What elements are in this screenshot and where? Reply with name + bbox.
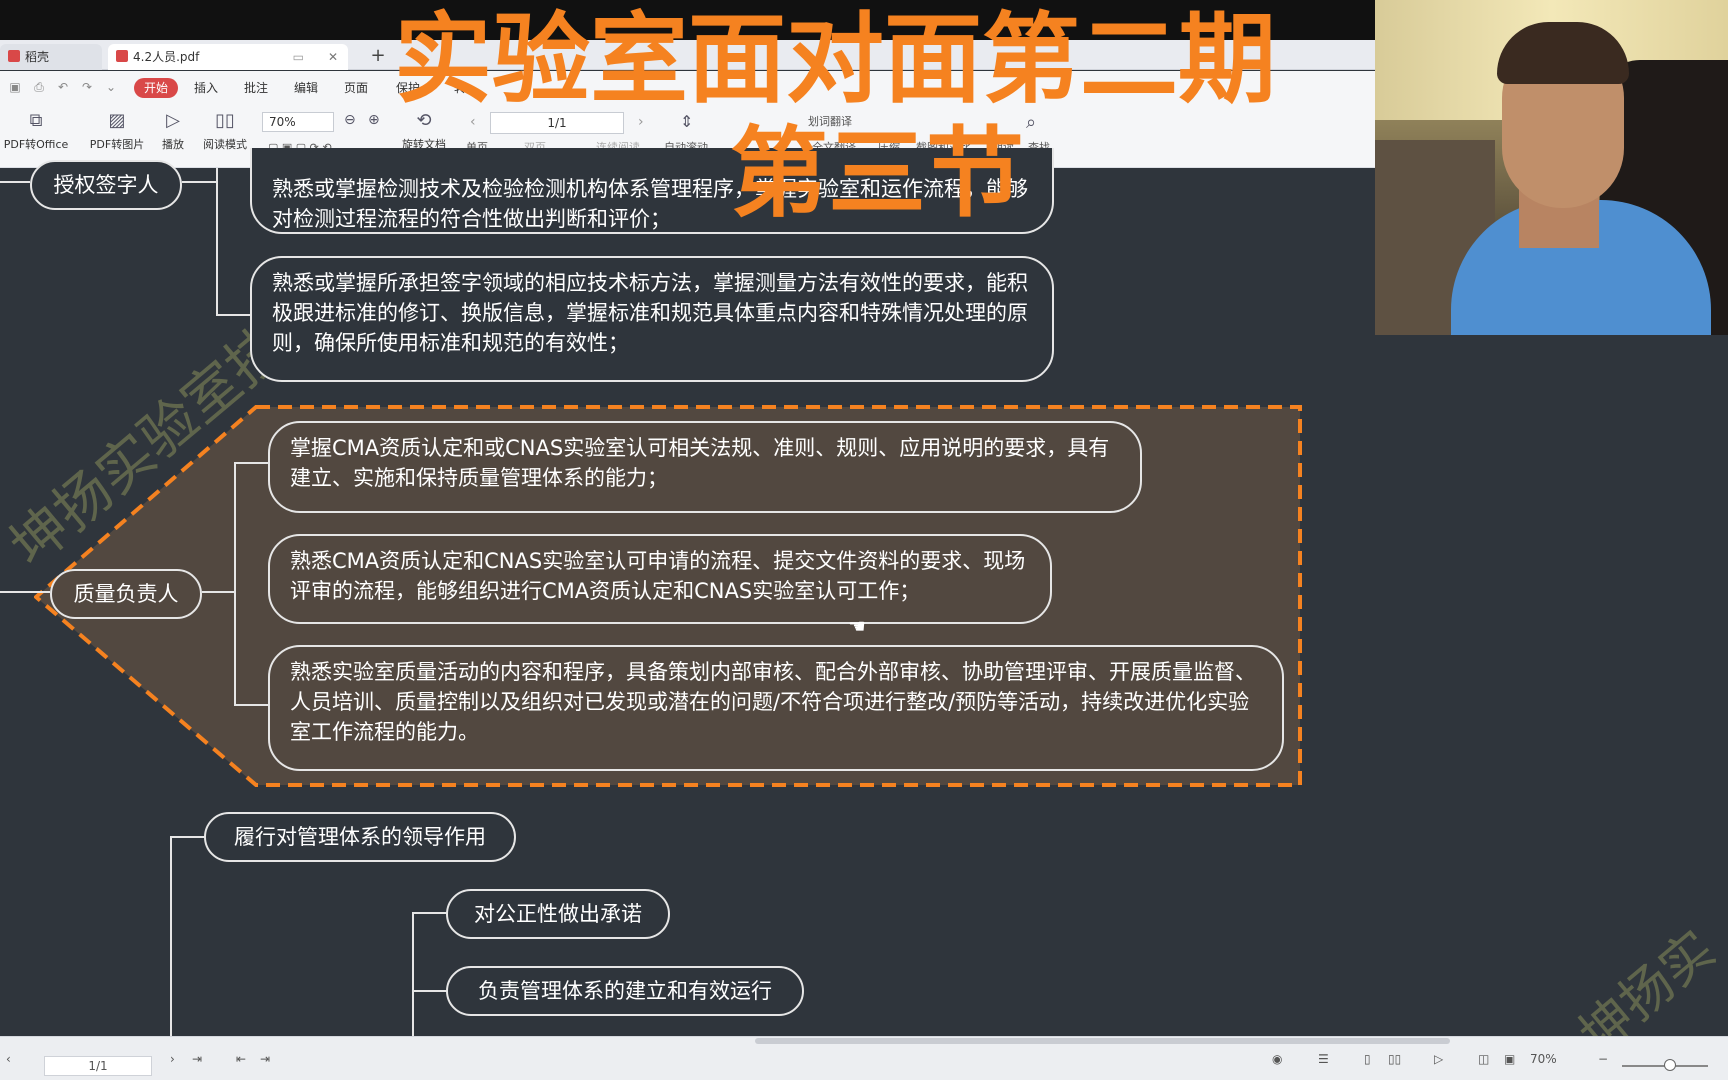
book-icon: ▯▯	[215, 110, 235, 131]
quality-item-3[interactable]: 熟悉实验室质量活动的内容和程序，具备策划内部审核、配合外部审核、协助管理评审、开…	[268, 645, 1284, 771]
tab-label: 稻壳	[25, 50, 50, 64]
fit-width-icon[interactable]: ◫	[1478, 1052, 1489, 1066]
menu-insert[interactable]: 插入	[194, 78, 218, 98]
quality-item-2[interactable]: 熟悉CMA资质认定和CNAS实验室认可申请的流程、提交文件资料的要求、现场评审的…	[268, 534, 1052, 624]
zoom-select[interactable]: 70%	[262, 112, 334, 132]
signatory-item-2[interactable]: 熟悉或掌握所承担签字领域的相应技术标方法，掌握测量方法有效性的要求，能积极跟进标…	[250, 256, 1054, 382]
hand-cursor-icon: ☚	[848, 614, 866, 638]
connector	[170, 836, 206, 838]
chevron-down-icon[interactable]: ⌄	[104, 80, 118, 94]
node-authorized-signatory[interactable]: 授权签字人	[30, 160, 182, 210]
node-impartiality[interactable]: 对公正性做出承诺	[446, 889, 670, 939]
connector	[182, 181, 218, 183]
status-page-field[interactable]: 1/1	[44, 1056, 152, 1076]
save-icon[interactable]: ▣	[8, 80, 22, 94]
zoom-slider-thumb[interactable]	[1664, 1059, 1676, 1071]
back-icon[interactable]: ⇤	[236, 1052, 246, 1066]
node-leadership[interactable]: 履行对管理体系的领导作用	[204, 812, 516, 862]
single-page-icon[interactable]: ▯	[1364, 1052, 1371, 1066]
connector	[234, 462, 236, 706]
overlay-title: 实验室面对面第二期	[394, 3, 1277, 117]
horizontal-scrollbar[interactable]	[755, 1038, 1450, 1044]
quality-item-1[interactable]: 掌握CMA资质认定和或CNAS实验室认可相关法规、准则、规则、应用说明的要求，具…	[268, 421, 1142, 513]
zoom-in-icon[interactable]: ⊕	[368, 112, 380, 128]
connector	[216, 314, 252, 316]
connector	[412, 990, 448, 992]
connector	[412, 912, 414, 1036]
play-button[interactable]: ▷ 播放	[156, 110, 190, 152]
zoom-out-icon[interactable]: −	[1598, 1052, 1608, 1066]
status-zoom[interactable]: 70%	[1530, 1052, 1557, 1066]
fit-page-icon[interactable]: ▣	[1504, 1052, 1515, 1066]
last-page-icon[interactable]: ⇥	[192, 1052, 202, 1066]
connector	[216, 168, 218, 316]
menu-page[interactable]: 页面	[344, 78, 368, 98]
tab-pdf-document[interactable]: 4.2人员.pdf ▭ ✕	[108, 44, 348, 70]
tab-label: 4.2人员.pdf	[133, 50, 200, 64]
connector	[234, 462, 270, 464]
menu-annotate[interactable]: 批注	[244, 78, 268, 98]
reading-mode-button[interactable]: ▯▯ 阅读模式	[198, 110, 252, 152]
connector	[170, 836, 172, 1036]
tab-docer[interactable]: 稻壳	[0, 44, 102, 70]
pdf-file-icon	[116, 50, 128, 62]
undo-icon[interactable]: ↶	[56, 80, 70, 94]
docer-icon	[8, 50, 20, 62]
pdf-image-icon: ▨	[108, 110, 126, 131]
node-quality-manager[interactable]: 质量负责人	[50, 569, 202, 619]
pdf-convert-icon: ⧉	[29, 110, 43, 131]
play-icon[interactable]: ▷	[1434, 1052, 1443, 1066]
eye-icon[interactable]: ◉	[1272, 1052, 1282, 1066]
print-icon[interactable]: ⎙	[32, 80, 46, 94]
monitor-icon[interactable]: ▭	[293, 44, 304, 70]
prev-page-icon[interactable]: ‹	[6, 1052, 11, 1066]
connector	[234, 704, 270, 706]
continuous-icon[interactable]: ☰	[1318, 1052, 1329, 1066]
pdf-to-office-button[interactable]: ⧉ PDF转Office	[0, 110, 72, 152]
redo-icon[interactable]: ↷	[80, 80, 94, 94]
play-icon: ▷	[166, 110, 180, 131]
close-icon[interactable]: ✕	[328, 44, 338, 70]
forward-icon[interactable]: ⇥	[260, 1052, 270, 1066]
overlay-subtitle: 第三节	[730, 117, 1025, 231]
menu-edit[interactable]: 编辑	[294, 78, 318, 98]
webcam-feed	[1375, 0, 1728, 335]
node-management-system[interactable]: 负责管理体系的建立和有效运行	[446, 966, 804, 1016]
next-page-icon[interactable]: ›	[170, 1052, 175, 1066]
pdf-to-image-button[interactable]: ▨ PDF转图片	[84, 110, 150, 152]
connector	[0, 591, 50, 593]
connector	[412, 912, 448, 914]
connector	[202, 591, 236, 593]
menu-start[interactable]: 开始	[134, 78, 179, 98]
double-page-icon[interactable]: ▯▯	[1388, 1052, 1401, 1066]
connector	[0, 181, 30, 183]
new-tab-button[interactable]: +	[366, 44, 390, 68]
zoom-out-icon[interactable]: ⊖	[344, 112, 356, 128]
